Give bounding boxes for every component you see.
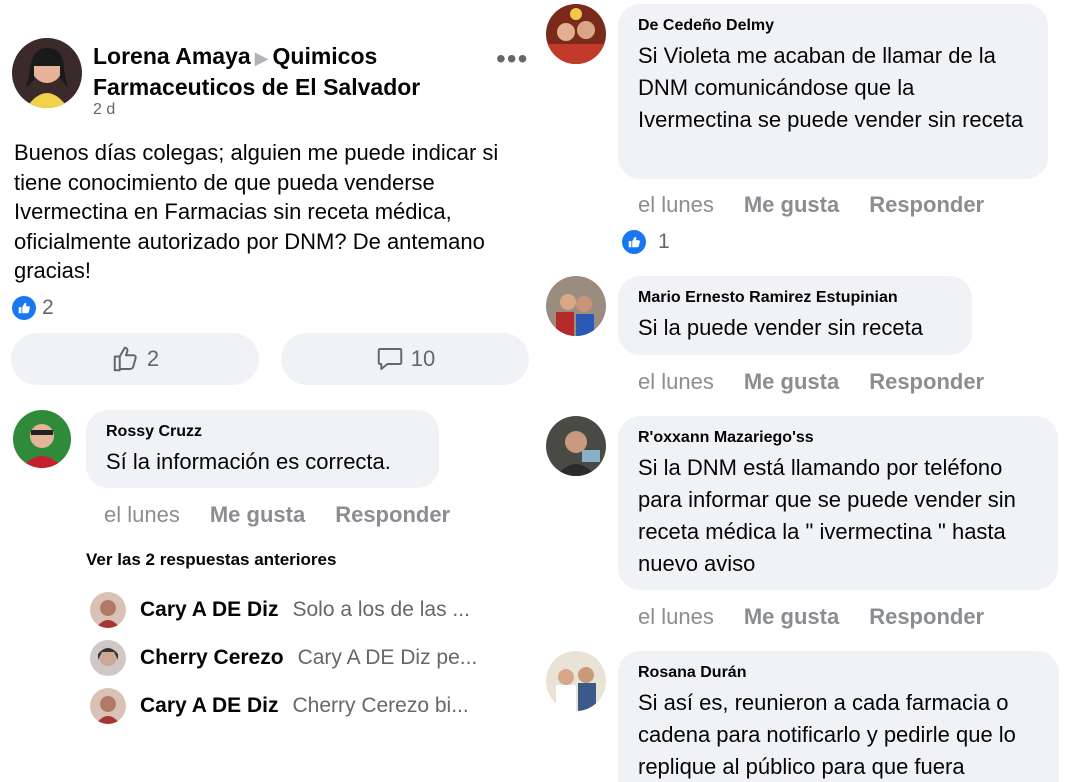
comment-author[interactable]: R'oxxann Mazariego'ss [638,428,1040,448]
comment-like-number: 1 [658,230,670,253]
comment-author[interactable]: Mario Ernesto Ramirez Estupinian [638,288,954,308]
post-author-line: Lorena Amaya ▶ Quimicos Farmaceuticos de E… [93,42,483,102]
comment-text: Sí la información es correcta. [106,449,391,474]
commenter-avatar[interactable] [13,410,71,468]
comment-icon [377,348,402,370]
reply-comment-button[interactable]: Responder [869,604,984,630]
comment-actions: el lunes Me gusta Responder [638,604,984,630]
reply-author: Cherry Cerezo [140,646,284,669]
comment-actions: el lunes Me gusta Responder [638,192,984,218]
commenter-avatar[interactable] [546,4,606,64]
comment-text: Si así es, reunieron a cada farmacia o c… [638,690,1016,779]
comment-bubble: R'oxxann Mazariego'ss Si la DNM está lla… [618,416,1058,590]
reply-comment-button[interactable]: Responder [869,192,984,218]
comment-button[interactable]: 10 [281,333,529,385]
reply-text: Cary A DE Diz pe... [297,646,478,669]
commenter-avatar[interactable] [546,276,606,336]
post-author-name[interactable]: Lorena Amaya [93,43,251,69]
like-comment-button[interactable]: Me gusta [744,192,839,218]
reply-comment-button[interactable]: Responder [869,369,984,395]
like-count-label: 2 [146,346,160,371]
comment-text: Si la puede vender sin receta [638,315,923,340]
reply-avatar [90,688,126,724]
reply-avatar [90,592,126,628]
comment-bubble: Rossy Cruzz Sí la información es correct… [86,410,439,488]
more-options-icon[interactable]: ••• [496,45,528,73]
like-button[interactable]: 2 [11,333,259,385]
thumbs-up-icon [113,346,137,372]
comment-like-count[interactable]: 1 [622,230,670,254]
like-comment-button[interactable]: Me gusta [744,604,839,630]
reply-row[interactable]: Cary A DE Diz Cherry Cerezo bi... [90,687,469,725]
like-comment-button[interactable]: Me gusta [744,369,839,395]
post-reactions[interactable]: 2 [12,296,54,320]
like-comment-button[interactable]: Me gusta [210,502,305,528]
comments-column: De Cedeño Delmy Si Violeta me acaban de … [538,0,1074,782]
comment-bubble: De Cedeño Delmy Si Violeta me acaban de … [618,4,1048,179]
reaction-count: 2 [42,296,54,319]
comment-author[interactable]: De Cedeño Delmy [638,16,1030,36]
reply-row[interactable]: Cherry Cerezo Cary A DE Diz pe... [90,639,477,677]
comment-author[interactable]: Rosana Durán [638,663,1041,683]
post-timestamp[interactable]: 2 d [93,101,115,119]
like-reaction-icon [622,230,646,254]
comment-text: Si la DNM está llamando por teléfono par… [638,455,1016,576]
comment-time[interactable]: el lunes [638,192,714,218]
comment-count-label: 10 [410,346,436,371]
reply-text: Cherry Cerezo bi... [292,694,469,717]
reply-author: Cary A DE Diz [140,598,279,621]
comment-actions: el lunes Me gusta Responder [638,369,984,395]
comment-time[interactable]: el lunes [638,604,714,630]
post-author-avatar[interactable] [12,38,82,108]
view-previous-replies-link[interactable]: Ver las 2 respuestas anteriores [86,550,336,570]
commenter-avatar[interactable] [546,416,606,476]
comment-actions: el lunes Me gusta Responder [104,502,450,528]
reply-row[interactable]: Cary A DE Diz Solo a los de las ... [90,591,470,629]
arrow-right-icon: ▶ [254,48,269,68]
comment-bubble: Mario Ernesto Ramirez Estupinian Si la p… [618,276,972,355]
post-column: Lorena Amaya ▶ Quimicos Farmaceuticos de E… [0,0,536,782]
comment-bubble: Rosana Durán Si así es, reunieron a cada… [618,651,1059,782]
reply-author: Cary A DE Diz [140,694,279,717]
reply-comment-button[interactable]: Responder [335,502,450,528]
comment-text: Si Violeta me acaban de llamar de la DNM… [638,43,1024,132]
like-reaction-icon [12,296,36,320]
post-body: Buenos días colegas; alguien me puede in… [14,140,499,283]
reply-text: Solo a los de las ... [292,598,470,621]
comment-time[interactable]: el lunes [638,369,714,395]
reply-avatar [90,640,126,676]
comment-time[interactable]: el lunes [104,502,180,528]
comment-author[interactable]: Rossy Cruzz [106,422,421,442]
commenter-avatar[interactable] [546,651,606,711]
